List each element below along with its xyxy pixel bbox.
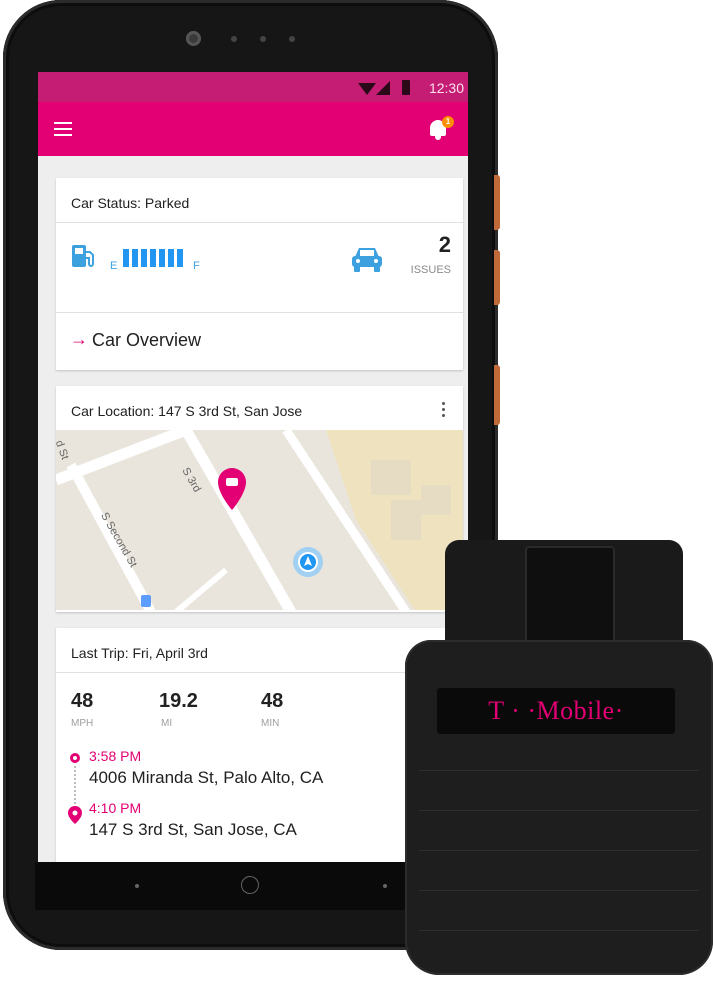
sensor-dot [231,36,237,42]
fuel-pump-icon [72,245,94,267]
fuel-empty-label: E [110,260,118,272]
last-trip-card[interactable]: Last Trip: Fri, April 3rd 48 MPH 19.2 MI… [56,628,463,862]
divider [56,672,463,673]
volume-down-button [494,250,500,305]
trip-mph-value: 48 [71,690,94,712]
fuel-full-label: F [193,260,200,272]
car-overview-label: Car Overview [92,330,202,350]
app-bar: 1 [38,102,468,156]
status-time: 12:30 [428,80,464,96]
car-overview-link[interactable]: → Car Overview [56,313,463,369]
power-button [494,365,500,425]
last-trip-title: Last Trip: Fri, April 3rd [71,645,208,661]
recent-apps-button[interactable] [383,884,387,888]
issues-count: 2 [438,232,451,257]
notification-badge: 1 [442,116,454,128]
obd-device: T · ·Mobile· [405,540,713,981]
trip-end-time: 4:10 PM [89,800,142,816]
car-status-card: Car Status: Parked E F 2 ISSUES → Car Ov… [56,178,463,370]
trip-end-pin-icon [68,806,82,824]
map-view[interactable]: d St S 3rd S Second St [56,430,463,610]
trip-miles-value: 19.2 [159,690,198,712]
fuel-gauge [123,249,183,267]
trip-mph-unit: MPH [71,718,94,729]
sensor-dot [289,36,295,42]
issues-label: ISSUES [410,264,451,276]
signal-icon [376,81,390,95]
more-vert-icon[interactable] [442,402,445,420]
sensor-dot [260,36,266,42]
hamburger-menu-icon[interactable] [54,122,72,136]
trip-end-address: 147 S 3rd St, San Jose, CA [89,820,297,839]
trip-start-dot-icon [70,753,80,763]
volume-up-button [494,175,500,230]
car-icon[interactable] [350,244,384,274]
trip-path-line [74,766,78,804]
trip-start-time: 3:58 PM [89,748,142,764]
car-status-title: Car Status: Parked [71,195,190,211]
trip-miles-unit: MI [161,718,173,729]
back-button[interactable] [135,884,139,888]
phone-screen: 12:30 1 Car Status: Parked E F 2 ISSUES … [38,72,468,862]
phone-nav-bar [35,862,465,910]
obd-device-body: T · ·Mobile· [405,640,713,975]
trip-minutes-unit: MIN [261,718,280,729]
trip-minutes-value: 48 [261,690,284,712]
car-location-title: Car Location: 147 S 3rd St, San Jose [71,403,303,419]
front-camera [186,31,201,46]
battery-icon [402,80,410,95]
device-brand-logo: T · ·Mobile· [437,688,675,734]
wifi-icon [358,83,376,95]
status-bar: 12:30 [38,72,468,102]
divider [56,222,463,223]
notification-bell-icon[interactable]: 1 [428,116,454,142]
trip-start-address: 4006 Miranda St, Palo Alto, CA [89,768,324,787]
home-button[interactable] [241,876,259,894]
arrow-right-icon: → [70,329,88,349]
car-location-card: Car Location: 147 S 3rd St, San Jose d S… [56,386,463,612]
